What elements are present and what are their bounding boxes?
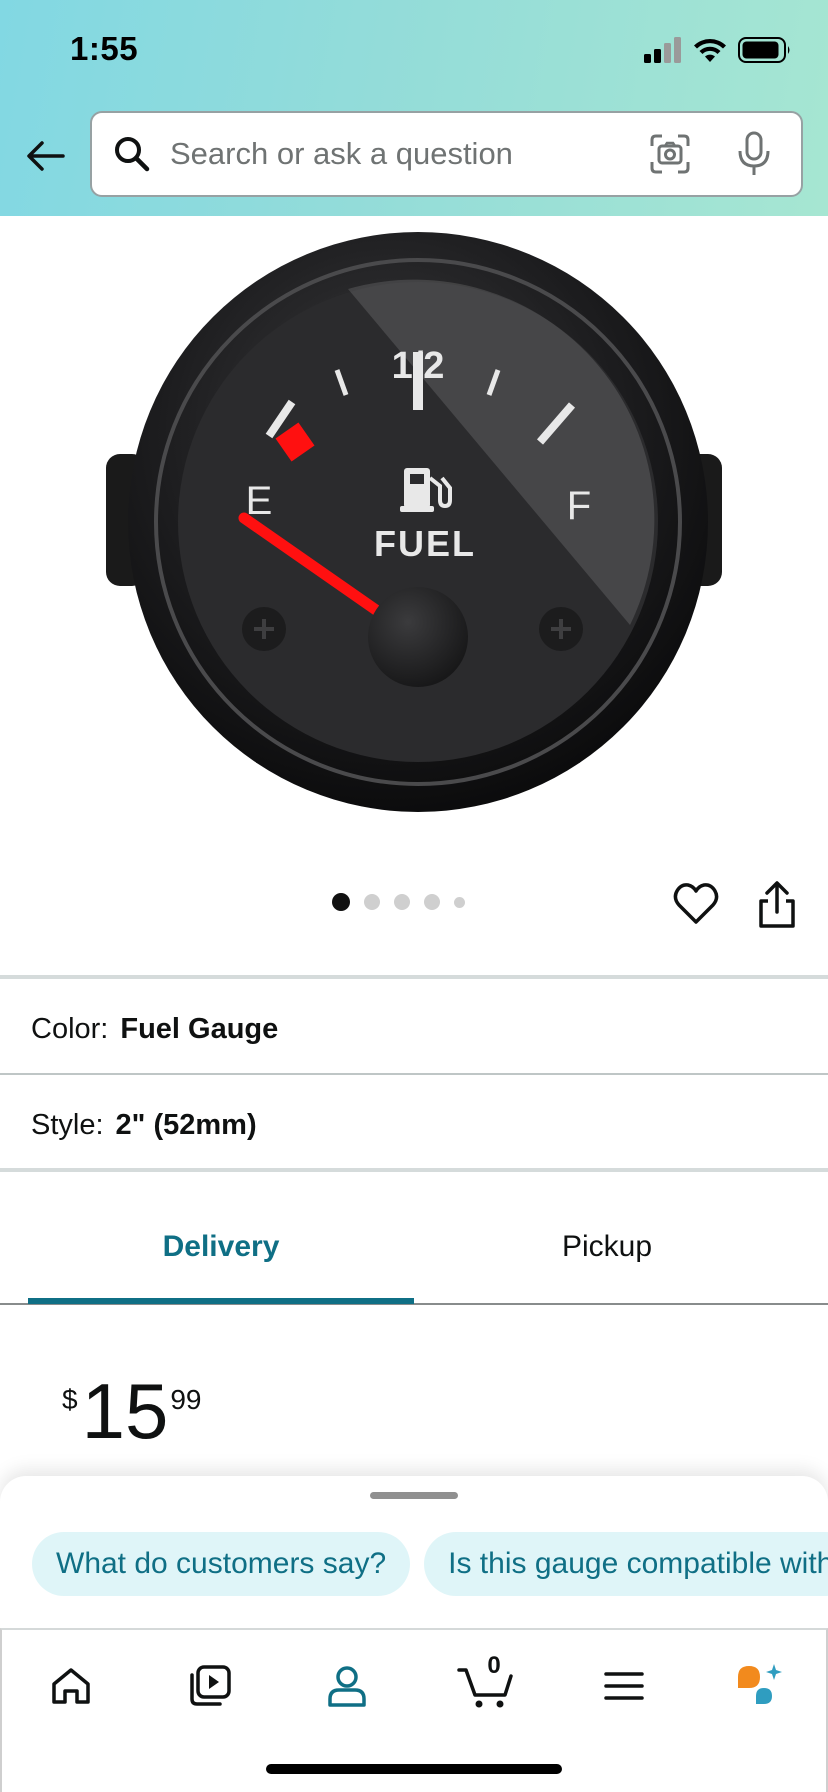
label-full: F [567,484,591,528]
price-fraction: 99 [170,1384,202,1415]
share-icon[interactable] [755,880,799,930]
screw-left [242,607,286,651]
search-input[interactable] [170,136,643,172]
price-whole: 15 [81,1367,169,1455]
variation-value: Fuel Gauge [120,1012,279,1045]
carousel-dot[interactable] [364,894,380,910]
image-carousel-dots [332,893,465,911]
carousel-dot[interactable] [454,896,465,908]
suggestion-chips: What do customers say? Is this gauge com… [32,1532,828,1596]
suggestion-chip[interactable]: Is this gauge compatible with [424,1532,828,1596]
search-bar[interactable] [90,111,803,197]
microphone-icon[interactable] [727,127,781,181]
back-button[interactable] [20,130,72,182]
back-arrow-icon [27,141,65,171]
variation-style[interactable]: Style: 2" (52mm) [31,1105,257,1145]
search-icon [110,132,154,176]
row-divider [0,1073,828,1075]
price-currency: $ [62,1384,78,1415]
product-image[interactable]: 1/2 E F FUEL [90,232,738,832]
section-divider [0,975,828,979]
menu-icon [604,1672,644,1700]
heart-icon[interactable] [672,880,720,928]
cart-count: 0 [487,1652,501,1679]
variation-label: Style: [31,1108,104,1141]
video-icon [190,1665,231,1706]
nav-cart[interactable]: 0 [455,1652,515,1716]
header: 1:55 [0,0,828,216]
price: $ 15 99 [62,1372,202,1450]
tab-pickup[interactable]: Pickup [414,1230,800,1264]
screw-right [539,607,583,651]
rufus-icon [738,1664,782,1704]
wifi-icon [694,39,726,62]
suggestion-chip[interactable]: What do customers say? [32,1532,411,1596]
nav-account[interactable] [317,1656,377,1716]
variation-color[interactable]: Color: Fuel Gauge [31,1009,278,1049]
active-tab-indicator [28,1298,414,1304]
home-icon [52,1668,90,1704]
carousel-dot[interactable] [332,893,350,911]
cellular-signal-icon [644,37,681,63]
variation-label: Color: [31,1012,109,1045]
gauge-center-cap [368,587,468,687]
account-icon [328,1666,366,1707]
carousel-dot[interactable] [424,894,440,910]
nav-rufus[interactable] [730,1656,790,1716]
rufus-suggestions-sheet: What do customers say? Is this gauge com… [0,1476,828,1632]
nav-menu[interactable] [594,1656,654,1716]
status-time: 1:55 [70,30,139,67]
home-indicator [266,1764,562,1774]
variation-value: 2" (52mm) [115,1108,257,1141]
nav-video[interactable] [179,1656,239,1716]
tab-delivery[interactable]: Delivery [28,1230,414,1264]
carousel-dot[interactable] [394,894,410,910]
camera-search-icon[interactable] [643,127,697,181]
label-half: 1/2 [392,345,445,387]
nav-home[interactable] [41,1656,101,1716]
section-divider [0,1168,828,1172]
label-fuel: FUEL [374,523,476,564]
sheet-drag-handle[interactable] [370,1492,458,1499]
battery-icon [738,37,790,63]
status-icons [644,36,792,64]
